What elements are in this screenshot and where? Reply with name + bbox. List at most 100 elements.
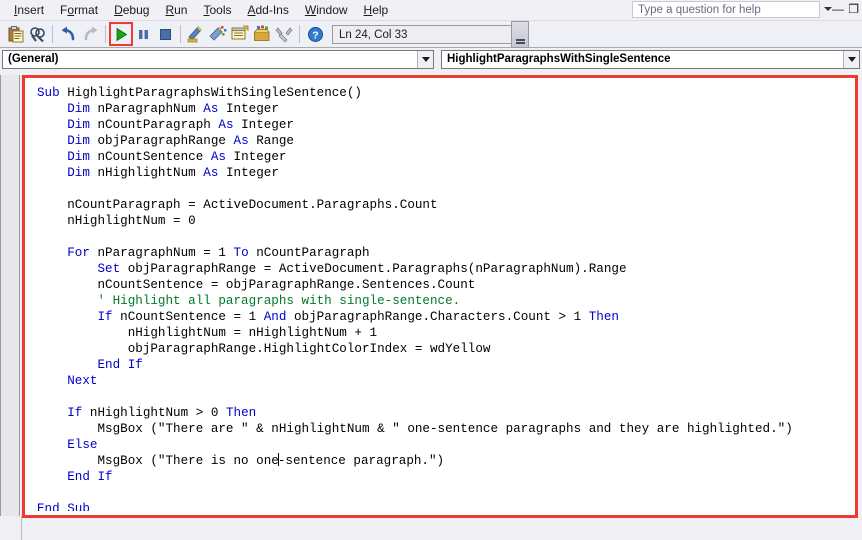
design-mode-button[interactable] — [185, 23, 207, 45]
undo-icon — [61, 26, 74, 40]
menu-accelerator: H — [363, 3, 373, 17]
redo-icon — [84, 26, 97, 40]
object-browser-button[interactable] — [251, 23, 273, 45]
pause-icon — [138, 29, 148, 39]
properties-window-button[interactable] — [229, 23, 251, 45]
code-token: objParagraphRange = ActiveDocument.Parag… — [127, 262, 627, 276]
stop-icon — [159, 28, 171, 40]
help-search-box[interactable]: Type a question for help — [632, 1, 820, 18]
toolbar-overflow-handle[interactable] — [511, 21, 529, 48]
menu-item-help[interactable]: Help — [356, 1, 397, 19]
menu-item-format[interactable]: Format — [52, 1, 106, 19]
run-button[interactable] — [109, 22, 133, 46]
code-token: Integer — [225, 102, 279, 116]
code-token: Range — [256, 134, 294, 148]
code-token: Sub — [37, 86, 68, 100]
object-combo[interactable]: (General) — [2, 49, 434, 69]
code-token: For — [67, 246, 98, 260]
code-line: MsgBox ("There is no one-sentence paragr… — [37, 453, 851, 469]
tools-icon — [275, 27, 293, 43]
code-token: As — [233, 134, 257, 148]
code-token: ' Highlight all paragraphs with single-s… — [37, 294, 461, 308]
toolbar-separator — [299, 25, 300, 43]
redo-button[interactable] — [79, 23, 101, 45]
help-search-placeholder: Type a question for help — [638, 3, 761, 16]
code-token: nHighlightNum = nHighlightNum + 1 — [37, 326, 378, 340]
code-line: End If — [37, 357, 851, 373]
properties-window-icon — [231, 25, 249, 40]
code-line: nHighlightNum = nHighlightNum + 1 — [37, 325, 851, 341]
code-line: Dim nCountParagraph As Integer — [37, 117, 851, 133]
code-token: End If — [97, 358, 143, 372]
code-token: Dim — [67, 134, 98, 148]
menu-accelerator: T — [203, 3, 210, 17]
procedure-combo[interactable]: HighlightParagraphsWithSingleSentence — [441, 49, 860, 69]
restore-button[interactable]: ❐ — [848, 3, 859, 15]
toolbar-separator — [105, 25, 106, 43]
code-token: Then — [588, 310, 619, 324]
code-line: nHighlightNum = 0 — [37, 213, 851, 229]
code-token: Dim — [67, 102, 98, 116]
menu-item-tools[interactable]: Tools — [195, 1, 239, 19]
help-button[interactable]: ? — [304, 23, 326, 45]
code-line: End If — [37, 469, 851, 485]
minimize-button[interactable]: — — [832, 3, 844, 15]
code-token: And — [263, 310, 294, 324]
code-token: As — [203, 166, 226, 180]
menu-item-run[interactable]: Run — [157, 1, 195, 19]
code-token: nHighlightNum = 0 — [37, 214, 196, 228]
find-button[interactable] — [26, 23, 48, 45]
code-token: nHighlightNum — [97, 166, 204, 180]
help-dropdown-arrow-icon[interactable] — [824, 7, 832, 11]
code-line: If nHighlightNum > 0 Then — [37, 405, 851, 421]
menu-accelerator: o — [67, 3, 75, 17]
overflow-chevron-icon — [515, 42, 525, 44]
code-token: Next — [67, 374, 98, 388]
paste-button[interactable] — [4, 23, 26, 45]
chevron-down-icon — [421, 56, 430, 62]
toolbox-icon — [254, 25, 270, 41]
menu-item-add-ins[interactable]: Add-Ins — [239, 1, 296, 19]
reset-button[interactable] — [154, 23, 176, 45]
code-line: Next — [37, 373, 851, 389]
menu-accelerator: A — [247, 3, 256, 17]
menu-item-insert[interactable]: Insert — [6, 1, 52, 19]
toolbar-separator — [180, 25, 181, 43]
menu-item-debug[interactable]: Debug — [106, 1, 157, 19]
code-line: Dim nHighlightNum As Integer — [37, 165, 851, 181]
menu-item-window[interactable]: Window — [297, 1, 356, 19]
code-line: Sub HighlightParagraphsWithSingleSentenc… — [37, 85, 851, 101]
code-token: nCountParagraph — [256, 246, 370, 260]
menu-accelerator: W — [304, 3, 317, 17]
code-token: nCountParagraph = ActiveDocument.Paragra… — [37, 198, 438, 212]
procedure-combo-dropdown[interactable] — [843, 50, 859, 68]
object-combo-dropdown[interactable] — [417, 50, 433, 68]
code-line: nCountParagraph = ActiveDocument.Paragra… — [37, 197, 851, 213]
procedure-combo-value: HighlightParagraphsWithSingleSentence — [447, 53, 671, 65]
design-mode-icon — [187, 26, 202, 43]
svg-text:?: ? — [312, 29, 318, 41]
toolbox-button[interactable] — [273, 23, 295, 45]
break-button[interactable] — [132, 23, 154, 45]
code-token: Dim — [67, 150, 98, 164]
menu-accelerator: R — [165, 3, 175, 17]
project-explorer-button[interactable] — [207, 23, 229, 45]
code-token: As — [218, 118, 242, 132]
code-token: As — [203, 102, 226, 116]
code-token: To — [233, 246, 257, 260]
code-pane-combo-bar: (General) HighlightParagraphsWithSingleS… — [0, 48, 862, 70]
code-token: nCountSentence = 1 — [120, 310, 264, 324]
object-combo-value: (General) — [8, 53, 59, 65]
undo-button[interactable] — [57, 23, 79, 45]
code-editor-text[interactable]: Sub HighlightParagraphsWithSingleSentenc… — [37, 85, 851, 511]
code-token: nParagraphNum = 1 — [97, 246, 234, 260]
code-token: objParagraphRange.Characters.Count > 1 — [293, 310, 589, 324]
